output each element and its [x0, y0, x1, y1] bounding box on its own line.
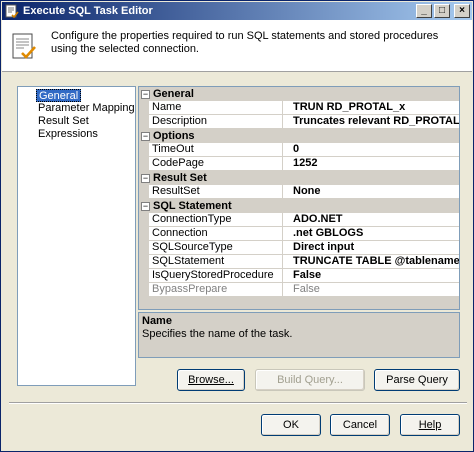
property-row-name[interactable]: Name TRUN RD_PROTAL_x — [139, 101, 459, 115]
category-options[interactable]: − Options — [139, 129, 459, 143]
help-label: Help — [418, 419, 442, 431]
property-row-bypassprepare: BypassPrepare False — [139, 283, 459, 297]
row-gutter — [139, 283, 149, 297]
property-name: TimeOut — [149, 143, 283, 156]
nav-item-expressions[interactable]: Expressions — [36, 128, 100, 141]
property-row-connection[interactable]: Connection .net GBLOGS — [139, 227, 459, 241]
property-name: Connection — [149, 227, 283, 240]
category-label: Options — [153, 130, 195, 142]
property-row-codepage[interactable]: CodePage 1252 — [139, 157, 459, 171]
property-help-panel: Name Specifies the name of the task. — [138, 312, 460, 358]
help-text: Specifies the name of the task. — [142, 328, 293, 340]
property-name: Description — [149, 115, 283, 128]
property-row-connectiontype[interactable]: ConnectionType ADO.NET — [139, 213, 459, 227]
parse-query-label: Parse Query — [386, 374, 448, 386]
close-button[interactable]: × — [454, 4, 470, 18]
help-title: Name — [142, 315, 172, 327]
browse-label: Browse... — [188, 374, 234, 386]
category-result-set[interactable]: − Result Set — [139, 171, 459, 185]
property-name: CodePage — [149, 157, 283, 170]
category-label: General — [153, 88, 194, 100]
nav-item-result-set[interactable]: Result Set — [36, 115, 91, 128]
build-query-button: Build Query... — [255, 369, 365, 391]
property-name: ConnectionType — [149, 213, 283, 226]
property-row-description[interactable]: Description Truncates relevant RD_PROTAL… — [139, 115, 459, 129]
property-value[interactable]: Direct input — [287, 241, 459, 254]
category-label: SQL Statement — [153, 200, 232, 212]
property-value[interactable]: False — [287, 269, 459, 282]
help-button[interactable]: Help — [400, 414, 460, 436]
nav-item-general[interactable]: General — [36, 89, 82, 102]
minimize-button[interactable]: _ — [416, 4, 432, 18]
row-gutter — [139, 143, 149, 157]
category-label: Result Set — [153, 172, 207, 184]
property-row-isquerystoredprocedure[interactable]: IsQueryStoredProcedure False — [139, 269, 459, 283]
property-name: IsQueryStoredProcedure — [149, 269, 283, 282]
row-gutter — [139, 157, 149, 171]
row-gutter — [139, 269, 149, 283]
window-title: Execute SQL Task Editor — [23, 5, 153, 17]
property-name: Name — [149, 101, 283, 114]
property-value[interactable]: .net GBLOGS — [287, 227, 459, 240]
ok-label: OK — [283, 419, 299, 431]
sql-task-icon — [5, 4, 19, 18]
property-name: SQLStatement — [149, 255, 283, 268]
row-gutter — [139, 213, 149, 227]
collapse-toggle-icon[interactable]: − — [141, 174, 150, 183]
nav-item-parameter-mapping[interactable]: Parameter Mapping — [36, 102, 137, 115]
page-navigation-list: General Parameter Mapping Result Set Exp… — [17, 86, 136, 386]
cancel-label: Cancel — [342, 419, 378, 431]
header-panel: Configure the properties required to run… — [2, 20, 472, 72]
property-value[interactable]: ADO.NET — [287, 213, 459, 226]
property-row-timeout[interactable]: TimeOut 0 — [139, 143, 459, 157]
browse-button[interactable]: Browse... — [177, 369, 245, 391]
property-name: ResultSet — [149, 185, 283, 198]
parse-query-button[interactable]: Parse Query — [374, 369, 460, 391]
property-value[interactable]: 0 — [287, 143, 459, 156]
execute-sql-task-editor-window: Execute SQL Task Editor _ □ × Configure … — [0, 0, 474, 452]
row-gutter — [139, 115, 149, 129]
property-row-sqlsourcetype[interactable]: SQLSourceType Direct input — [139, 241, 459, 255]
row-gutter — [139, 185, 149, 199]
property-value[interactable]: TRUNCATE TABLE @tablename — [287, 255, 459, 268]
property-name: BypassPrepare — [149, 283, 283, 296]
header-description: Configure the properties required to run… — [51, 30, 439, 55]
button-separator — [9, 402, 467, 404]
row-gutter — [139, 255, 149, 269]
property-row-sqlstatement[interactable]: SQLStatement TRUNCATE TABLE @tablename — [139, 255, 459, 269]
row-gutter — [139, 241, 149, 255]
property-value[interactable]: TRUN RD_PROTAL_x — [287, 101, 459, 114]
maximize-button[interactable]: □ — [434, 4, 450, 18]
collapse-toggle-icon[interactable]: − — [141, 90, 150, 99]
collapse-toggle-icon[interactable]: − — [141, 202, 150, 211]
build-query-label: Build Query... — [277, 374, 343, 386]
property-name: SQLSourceType — [149, 241, 283, 254]
title-bar[interactable]: Execute SQL Task Editor _ □ × — [2, 2, 472, 20]
property-value[interactable]: 1252 — [287, 157, 459, 170]
property-grid: − General Name TRUN RD_PROTAL_x Descript… — [138, 86, 460, 310]
row-gutter — [139, 227, 149, 241]
category-sql-statement[interactable]: − SQL Statement — [139, 199, 459, 213]
collapse-toggle-icon[interactable]: − — [141, 132, 150, 141]
property-value: False — [293, 283, 320, 295]
property-value[interactable]: None — [287, 185, 459, 198]
task-document-icon — [10, 32, 38, 62]
property-value[interactable]: Truncates relevant RD_PROTAL-tab — [287, 115, 459, 128]
row-gutter — [139, 101, 149, 115]
cancel-button[interactable]: Cancel — [330, 414, 390, 436]
property-row-resultset[interactable]: ResultSet None — [139, 185, 459, 199]
ok-button[interactable]: OK — [261, 414, 321, 436]
category-general[interactable]: − General — [139, 87, 459, 101]
